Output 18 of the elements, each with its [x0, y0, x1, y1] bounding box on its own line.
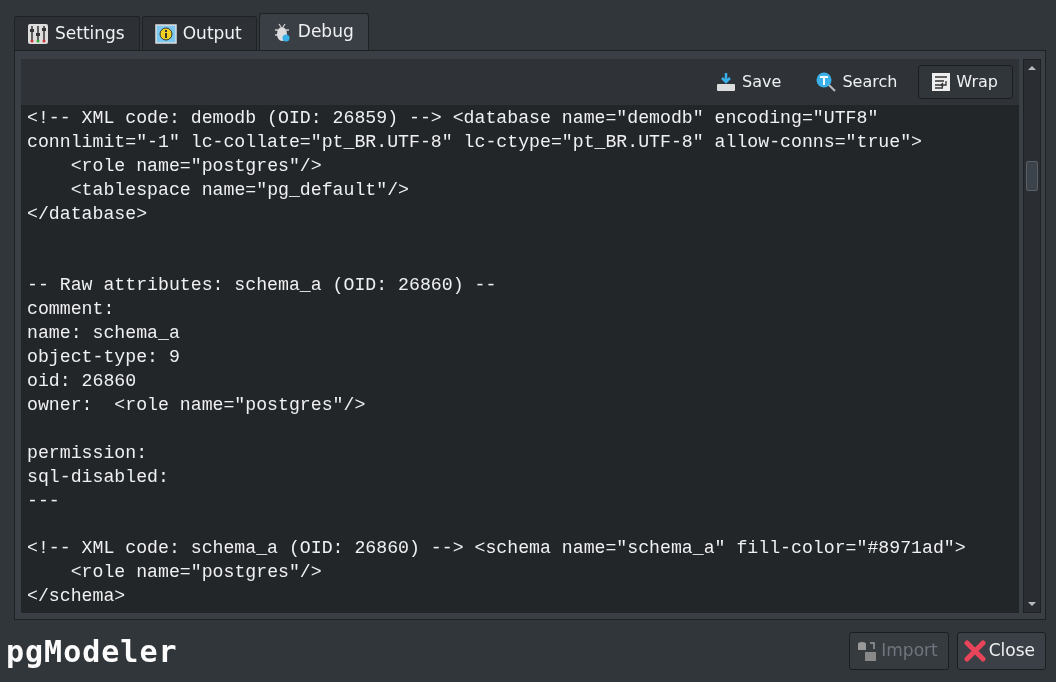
- app-logo: pgModeler: [6, 632, 178, 671]
- database-icon: [856, 640, 879, 662]
- wrap-text-icon: [931, 72, 952, 92]
- scrollbar[interactable]: [1023, 59, 1041, 613]
- tab[interactable]: Output: [141, 16, 257, 50]
- scroll-thumb[interactable]: [1026, 161, 1038, 191]
- dialog-button[interactable]: Close: [956, 632, 1046, 670]
- close-icon: [963, 640, 986, 662]
- code-text: <!-- XML code: demodb (OID: 26859) --> <database name="demodb" encoding="UTF8" connlimit="-1" lc-collate="pt_BR.UTF-8" lc-ctype="pt_BR.UTF-8" allow-conns="true"> <role name="postgres"/> <tablespace name="pg_default"/> </database> -- Raw attributes: schema_a (OID: 26860) -- comment: name: schema_a object-type: 9 oid: 26860 owner: <role name="postgres"/> permission: sql-disabled: --- <!-- XML code: schema_a (OID: 26860) --> <schema name="schema_a" fill-color="#8971ad"> <role name="postgres"/> </schema>: [21, 105, 1019, 613]
- toolbar-button[interactable]: Wrap: [918, 65, 1013, 99]
- tab[interactable]: Debug: [258, 13, 369, 50]
- sliders-icon: [27, 22, 49, 45]
- toolbar-button[interactable]: Save: [702, 65, 797, 99]
- info-icon: [154, 23, 177, 44]
- search-icon: [815, 71, 838, 93]
- download-icon: [715, 71, 738, 93]
- toolbar-button[interactable]: Search: [802, 65, 913, 99]
- tab[interactable]: Settings: [14, 16, 140, 50]
